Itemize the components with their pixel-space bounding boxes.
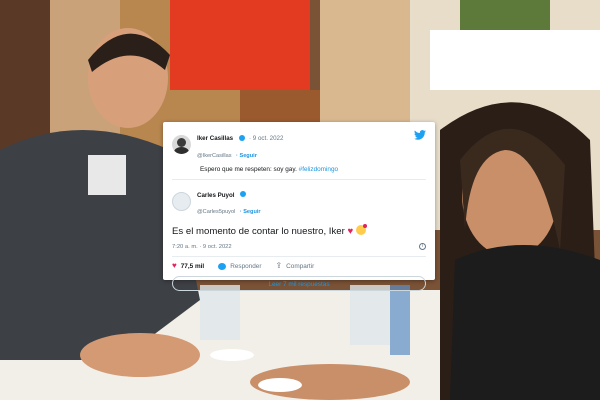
avatar[interactable] <box>172 135 191 155</box>
author-handle[interactable]: @Carles5puyol <box>197 209 235 215</box>
author-block: Carles Puyol @Carles5puyol · Seguir <box>197 185 426 219</box>
verified-badge-icon <box>239 191 246 198</box>
quoted-tweet-text: Espero que me respeten: soy gay. #felizd… <box>200 166 426 173</box>
like-count: 77,5 mil <box>180 262 205 270</box>
tweet-timestamp[interactable]: 7:20 a. m. · 9 oct. 2022 <box>172 244 232 250</box>
author-name[interactable]: Carles Puyol <box>197 192 235 199</box>
verified-badge-icon <box>238 134 245 141</box>
share-icon: ⇪ <box>275 261 283 271</box>
divider <box>172 256 426 258</box>
quoted-author-block: Iker Casillas · 9 oct. 2022 @IkerCasilla… <box>197 128 414 162</box>
kiss-emoji-icon <box>355 224 367 236</box>
tweet-actions: ♥ 77,5 mil Responder ⇪ Compartir <box>172 262 426 270</box>
heart-emoji: ♥ <box>347 226 354 238</box>
quoted-tweet-body: Espero que me respeten: soy gay. <box>200 165 297 173</box>
quoted-tweet-header: Iker Casillas · 9 oct. 2022 @IkerCasilla… <box>172 128 426 162</box>
hashtag-link[interactable]: #felizdomingo <box>299 166 338 173</box>
quoted-follow-link[interactable]: · Seguir <box>236 153 257 159</box>
reply-bubble-icon <box>218 262 227 270</box>
tweet-meta: 7:20 a. m. · 9 oct. 2022 i <box>172 243 426 251</box>
quoted-author-name[interactable]: Iker Casillas <box>197 135 233 142</box>
tweet-header: Carles Puyol @Carles5puyol · Seguir <box>172 185 426 219</box>
tweet-card: Iker Casillas · 9 oct. 2022 @IkerCasilla… <box>163 122 435 292</box>
tweet-text: Es el momento de contar lo nuestro, Iker… <box>172 224 426 238</box>
twitter-bird-icon[interactable] <box>414 130 426 140</box>
quoted-tweet-date[interactable]: · 9 oct. 2022 <box>249 135 283 142</box>
heart-icon: ♥ <box>172 261 177 271</box>
follow-link[interactable]: · Seguir <box>240 209 261 215</box>
info-icon[interactable]: i <box>419 243 426 251</box>
read-replies-button[interactable]: Leer 7 mil respuestas <box>172 276 426 292</box>
like-button[interactable]: ♥ 77,5 mil <box>172 262 204 270</box>
divider <box>172 178 426 180</box>
reply-label: Responder <box>230 262 262 270</box>
quoted-author-handle[interactable]: @IkerCasillas <box>197 153 232 159</box>
avatar[interactable] <box>172 191 191 211</box>
share-button[interactable]: ⇪ Compartir <box>275 262 314 270</box>
share-label: Compartir <box>286 262 315 270</box>
tweet-body: Es el momento de contar lo nuestro, Iker <box>172 226 345 238</box>
reply-button[interactable]: Responder <box>218 262 262 270</box>
